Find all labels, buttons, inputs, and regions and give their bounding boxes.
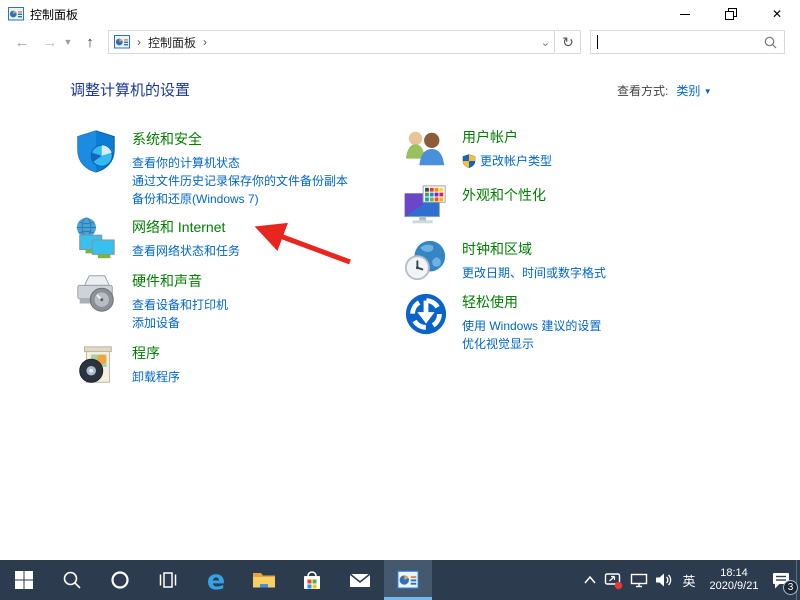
task-link-add-device[interactable]: 添加设备: [132, 314, 228, 332]
control-panel-icon: [114, 34, 130, 50]
back-button[interactable]: ←: [10, 28, 34, 56]
network-icon: [630, 572, 648, 588]
category-clock-region: 时钟和区域 更改日期、时间或数字格式: [403, 238, 606, 284]
view-by-control: 查看方式: 类别 ▼: [617, 82, 712, 99]
tray-screenshare-button[interactable]: [601, 560, 626, 600]
restore-icon: [725, 8, 737, 20]
program-box-icon[interactable]: [73, 342, 119, 388]
up-button[interactable]: ↑: [78, 28, 102, 56]
tray-volume-button[interactable]: [651, 560, 676, 600]
tray-network-button[interactable]: [626, 560, 651, 600]
task-link-change-date-time[interactable]: 更改日期、时间或数字格式: [462, 264, 606, 282]
task-view-icon: [158, 570, 178, 590]
task-link-file-history[interactable]: 通过文件历史记录保存你的文件备份副本: [132, 172, 348, 190]
category-title-appearance-personalization[interactable]: 外观和个性化: [462, 185, 546, 205]
category-system-security: 系统和安全 查看你的计算机状态 通过文件历史记录保存你的文件备份副本 备份和还原…: [73, 128, 348, 208]
close-button[interactable]: ✕: [754, 0, 800, 28]
breadcrumb-chevron-icon[interactable]: ›: [137, 35, 141, 49]
task-link-uninstall-program[interactable]: 卸载程序: [132, 368, 180, 386]
view-by-label: 查看方式:: [617, 84, 668, 98]
task-link-suggested-settings[interactable]: 使用 Windows 建议的设置: [462, 317, 601, 335]
search-box[interactable]: [590, 30, 785, 54]
ime-indicator[interactable]: 英: [676, 560, 702, 600]
category-hardware-sound: 硬件和声音 查看设备和打印机 添加设备: [73, 270, 228, 332]
control-panel-taskbar-button[interactable]: [384, 560, 432, 600]
uac-shield-icon: [462, 154, 476, 168]
forward-button[interactable]: →: [38, 28, 62, 56]
task-link-devices-printers[interactable]: 查看设备和打印机: [132, 296, 228, 314]
address-bar[interactable]: › 控制面板 › ⌄: [108, 30, 555, 54]
speaker-icon: [655, 572, 673, 588]
category-title-ease-of-access[interactable]: 轻松使用: [462, 292, 518, 312]
task-link-backup-restore[interactable]: 备份和还原(Windows 7): [132, 190, 348, 208]
action-center-button[interactable]: 3: [766, 560, 796, 600]
breadcrumb-chevron-icon[interactable]: ›: [203, 35, 207, 49]
recent-pages-chevron-icon[interactable]: ▼: [60, 28, 76, 56]
task-link-optimize-visual[interactable]: 优化视觉显示: [462, 335, 601, 353]
tray-time: 18:14: [720, 567, 748, 579]
edge-icon: e: [207, 567, 225, 594]
category-appearance-personalization: 外观和个性化: [403, 184, 546, 230]
category-network-internet: 网络和 Internet 查看网络状态和任务: [73, 216, 240, 262]
search-input[interactable]: [598, 32, 764, 52]
minimize-button[interactable]: [662, 0, 708, 28]
view-by-value[interactable]: 类别: [676, 84, 700, 98]
ease-of-access-icon[interactable]: [403, 291, 449, 337]
category-title-user-accounts[interactable]: 用户帐户: [462, 127, 518, 147]
task-link-change-account-type[interactable]: 更改帐户类型: [462, 152, 552, 170]
personalization-icon[interactable]: [403, 184, 449, 230]
category-title-network-internet[interactable]: 网络和 Internet: [132, 217, 225, 237]
folder-icon: [252, 570, 276, 590]
chevron-up-icon: [583, 575, 597, 585]
tray-clock[interactable]: 18:14 2020/9/21: [702, 560, 766, 600]
category-user-accounts: 用户帐户 更改帐户类型: [403, 126, 552, 172]
screenshare-icon: [604, 571, 623, 590]
red-annotation-arrow: [250, 220, 360, 270]
category-title-clock-region[interactable]: 时钟和区域: [462, 239, 532, 259]
view-by-chevron-icon[interactable]: ▼: [704, 87, 712, 96]
restore-button[interactable]: [708, 0, 754, 28]
address-dropdown-chevron-icon[interactable]: ⌄: [541, 31, 550, 53]
breadcrumb[interactable]: 控制面板: [148, 34, 196, 51]
task-link-security-status[interactable]: 查看你的计算机状态: [132, 154, 348, 172]
category-title-hardware-sound[interactable]: 硬件和声音: [132, 271, 202, 291]
control-panel-icon: [397, 569, 419, 591]
task-link-network-status[interactable]: 查看网络状态和任务: [132, 242, 240, 260]
cortana-ring-icon: [110, 570, 130, 590]
title-bar: 控制面板 ✕: [0, 0, 800, 28]
file-explorer-button[interactable]: [240, 560, 288, 600]
clock-globe-icon[interactable]: [403, 238, 449, 284]
network-globe-icon[interactable]: [73, 216, 119, 262]
security-shield-icon[interactable]: [73, 128, 119, 174]
windows-logo-icon: [14, 570, 34, 590]
notification-count-badge: 3: [783, 580, 798, 595]
search-icon[interactable]: [764, 36, 777, 49]
printer-sound-icon[interactable]: [73, 270, 119, 316]
category-title-system-security[interactable]: 系统和安全: [132, 129, 202, 149]
navigation-bar: ← → ▼ ↑ › 控制面板 › ⌄ ↻: [0, 28, 800, 56]
show-desktop-button[interactable]: [796, 560, 800, 600]
category-programs: 程序 卸载程序: [73, 342, 180, 388]
edge-button[interactable]: e: [192, 560, 240, 600]
system-tray: 英 18:14 2020/9/21 3: [579, 560, 800, 600]
taskbar-search-button[interactable]: [48, 560, 96, 600]
mail-envelope-icon: [348, 570, 372, 590]
category-ease-of-access: 轻松使用 使用 Windows 建议的设置 优化视觉显示: [403, 291, 601, 353]
users-icon[interactable]: [403, 126, 449, 172]
page-title: 调整计算机的设置: [70, 79, 190, 100]
task-view-button[interactable]: [144, 560, 192, 600]
category-title-programs[interactable]: 程序: [132, 343, 160, 363]
store-button[interactable]: [288, 560, 336, 600]
mail-button[interactable]: [336, 560, 384, 600]
tray-expand-button[interactable]: [579, 560, 601, 600]
refresh-button[interactable]: ↻: [556, 30, 581, 54]
tray-date: 2020/9/21: [710, 580, 759, 592]
control-panel-icon: [8, 6, 24, 22]
start-button[interactable]: [0, 560, 48, 600]
window-title: 控制面板: [30, 6, 78, 23]
search-icon: [62, 570, 82, 590]
cortana-button[interactable]: [96, 560, 144, 600]
store-icon: [301, 569, 323, 591]
